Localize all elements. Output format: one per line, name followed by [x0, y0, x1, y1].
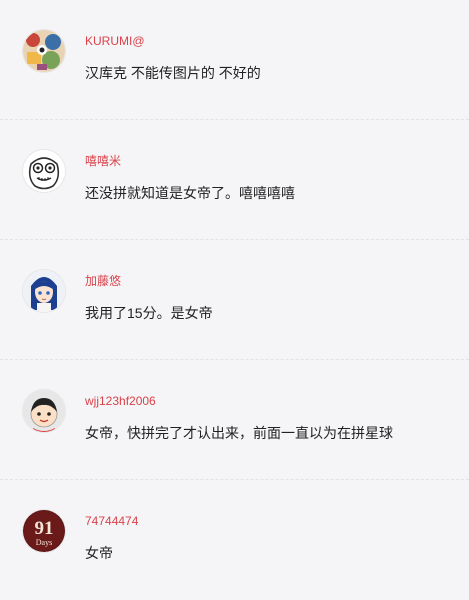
comment-item: 91 Days 74744474 女帝 — [0, 480, 469, 600]
avatar-badge-label: Days — [36, 538, 52, 547]
cartoon-face-avatar-icon[interactable] — [23, 150, 65, 192]
comment-text: 女帝，快拼完了才认出来，前面一直以为在拼星球 — [85, 425, 393, 441]
comment-text: 汉库克 不能传图片的 不好的 — [85, 65, 261, 81]
comment-text: 我用了15分。是女帝 — [85, 305, 213, 321]
comment-item: wjj123hf2006 女帝，快拼完了才认出来，前面一直以为在拼星球 — [0, 360, 469, 480]
comment-list: KURUMI@ 汉库克 不能传图片的 不好的 嘻嘻米 还没拼就知道是女帝了。嘻嘻… — [0, 0, 469, 582]
comment-text: 还没拼就知道是女帝了。嘻嘻嘻嘻 — [85, 185, 295, 201]
boy-cartoon-avatar-icon[interactable] — [23, 390, 65, 432]
comment-item: 嘻嘻米 还没拼就知道是女帝了。嘻嘻嘻嘻 — [0, 120, 469, 240]
username-link[interactable]: 加藤悠 — [85, 274, 121, 288]
91-days-avatar-icon[interactable]: 91 Days — [23, 510, 65, 552]
colorful-illustration-avatar-icon[interactable] — [23, 30, 65, 72]
comment-item: KURUMI@ 汉库克 不能传图片的 不好的 — [0, 0, 469, 120]
comment-text: 女帝 — [85, 545, 113, 561]
anime-girl-avatar-icon[interactable] — [23, 270, 65, 312]
username-link[interactable]: wjj123hf2006 — [85, 394, 156, 408]
avatar-badge-number: 91 — [35, 518, 54, 539]
comment-item: 加藤悠 我用了15分。是女帝 — [0, 240, 469, 360]
username-link[interactable]: 嘻嘻米 — [85, 154, 121, 168]
username-link[interactable]: 74744474 — [85, 514, 138, 528]
username-link[interactable]: KURUMI@ — [85, 34, 145, 48]
